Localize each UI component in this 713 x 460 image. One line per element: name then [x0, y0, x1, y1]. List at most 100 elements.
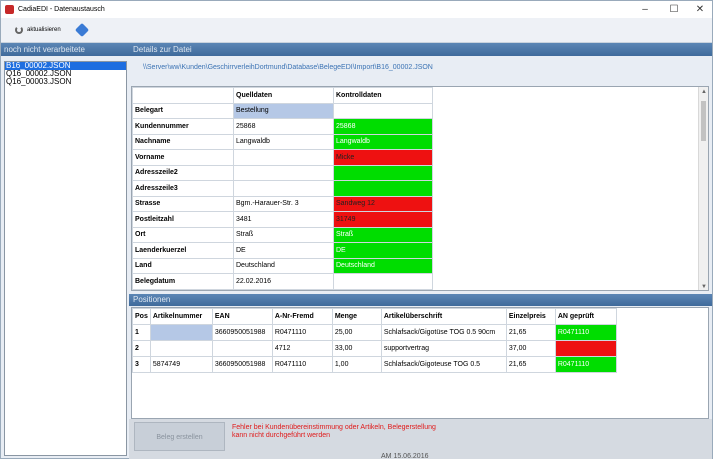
column-header[interactable]: Menge: [331, 308, 382, 325]
file-path: \\Server\ww\Kunden\GeschirrverleihDortmu…: [143, 64, 433, 71]
column-header[interactable]: Einzelpreis: [505, 308, 556, 325]
check-value[interactable]: [333, 180, 433, 197]
cell-fremd[interactable]: 4712: [271, 340, 333, 357]
cell-geprueft[interactable]: [554, 340, 617, 357]
position-row[interactable]: 3 5874749 3660950051988 R0471110 1,00 Schlafs…: [132, 356, 617, 373]
source-value[interactable]: Bgm.-Harauer-Str. 3: [233, 195, 334, 212]
check-value[interactable]: [333, 273, 433, 290]
cell-geprueft[interactable]: R0471110: [554, 356, 617, 373]
field-label: Adresszeile2: [132, 164, 234, 181]
position-row[interactable]: 2 4712 33,00 supportvertrag 37,00: [132, 340, 617, 357]
position-row[interactable]: 1 3660950051988 R0471110 25,00 Schlafsack/Gi…: [132, 324, 617, 341]
details-row[interactable]: Nachname Langwaldb Langwaldb: [132, 133, 433, 150]
refresh-button[interactable]: aktualisieren: [11, 24, 65, 36]
cell-menge[interactable]: 25,00: [331, 324, 382, 341]
details-scrollbar[interactable]: ▲ ▼: [698, 87, 708, 290]
column-header[interactable]: A-Nr-Fremd: [271, 308, 333, 325]
scroll-thumb[interactable]: [701, 101, 706, 141]
details-row[interactable]: Vorname Micke: [132, 149, 433, 166]
column-header[interactable]: Artikelnummer: [149, 308, 213, 325]
cell-preis[interactable]: 37,00: [505, 340, 556, 357]
source-value[interactable]: 25868: [233, 118, 334, 135]
scroll-up-icon[interactable]: ▲: [701, 89, 707, 95]
column-header[interactable]: EAN: [211, 308, 273, 325]
source-value[interactable]: [233, 180, 334, 197]
check-value[interactable]: 31749: [333, 211, 433, 228]
details-header-row: Quelldaten Kontrolldaten: [132, 87, 433, 104]
source-value[interactable]: [233, 164, 334, 181]
cell-ean[interactable]: 3660950051988: [211, 356, 273, 373]
field-label: Belegart: [132, 102, 234, 119]
cell-geprueft[interactable]: R0471110: [554, 324, 617, 341]
cell-artnr[interactable]: [149, 324, 213, 341]
cell-pos[interactable]: 3: [132, 356, 151, 373]
scroll-down-icon[interactable]: ▼: [701, 284, 707, 290]
check-value[interactable]: [333, 164, 433, 181]
details-row[interactable]: Strasse Bgm.-Harauer-Str. 3 Sandweg 12: [132, 195, 433, 212]
source-value[interactable]: DE: [233, 242, 334, 259]
field-label: Ort: [132, 226, 234, 243]
cell-menge[interactable]: 1,00: [331, 356, 382, 373]
check-value[interactable]: 25868: [333, 118, 433, 135]
details-row[interactable]: Land Deutschland Deutschland: [132, 257, 433, 274]
send-icon[interactable]: [74, 22, 89, 38]
source-value[interactable]: Langwaldb: [233, 133, 334, 150]
cell-preis[interactable]: 21,65: [505, 324, 556, 341]
details-grid[interactable]: Quelldaten Kontrolldaten Belegart Bestellun…: [131, 86, 709, 291]
app-logo-icon: [5, 5, 14, 14]
cell-pos[interactable]: 1: [132, 324, 151, 341]
source-value[interactable]: Straß: [233, 226, 334, 243]
cell-ean[interactable]: [211, 340, 273, 357]
cell-titel[interactable]: Schlafsack/Gigoteuse TOG 0.5: [380, 356, 507, 373]
field-label: Kundennummer: [132, 118, 234, 135]
field-label: Adresszeile3: [132, 180, 234, 197]
source-value[interactable]: 22.02.2016: [233, 273, 334, 290]
details-row[interactable]: Postleitzahl 3481 31749: [132, 211, 433, 228]
check-value[interactable]: Micke: [333, 149, 433, 166]
details-row[interactable]: Belegart Bestellung: [132, 102, 433, 119]
field-label: Vorname: [132, 149, 234, 166]
cell-ean[interactable]: 3660950051988: [211, 324, 273, 341]
cell-artnr[interactable]: [149, 340, 213, 357]
file-list-item[interactable]: Q16_00003.JSON: [5, 78, 126, 86]
details-row[interactable]: Belegdatum 22.02.2016: [132, 273, 433, 290]
source-value[interactable]: [233, 149, 334, 166]
cell-fremd[interactable]: R0471110: [271, 324, 333, 341]
refresh-label: aktualisieren: [27, 27, 61, 33]
check-value[interactable]: Deutschland: [333, 257, 433, 274]
check-value[interactable]: DE: [333, 242, 433, 259]
source-value[interactable]: Bestellung: [233, 102, 334, 119]
column-header[interactable]: Pos: [132, 308, 151, 325]
check-value[interactable]: [333, 102, 433, 119]
details-row[interactable]: Kundennummer 25868 25868: [132, 118, 433, 135]
cell-menge[interactable]: 33,00: [331, 340, 382, 357]
details-corner-cell: [132, 87, 234, 104]
field-label: Belegdatum: [132, 273, 234, 290]
details-row[interactable]: Ort Straß Straß: [132, 226, 433, 243]
positions-grid[interactable]: Pos Artikelnummer EAN A-Nr-Fremd Menge Artike…: [131, 307, 709, 419]
pending-file-list[interactable]: B16_00002.JSON Q16_00002.JSON Q16_00003.JS…: [4, 61, 127, 456]
field-label: Postleitzahl: [132, 211, 234, 228]
column-header[interactable]: AN geprüft: [554, 308, 617, 325]
minimize-icon[interactable]: –: [632, 1, 658, 18]
check-value[interactable]: Straß: [333, 226, 433, 243]
positions-header: Positionen: [129, 294, 712, 306]
toolbar: aktualisieren: [1, 18, 712, 43]
source-value[interactable]: 3481: [233, 211, 334, 228]
create-document-button[interactable]: Beleg erstellen: [134, 422, 225, 451]
details-row[interactable]: Adresszeile2: [132, 164, 433, 181]
cell-artnr[interactable]: 5874749: [149, 356, 213, 373]
check-value[interactable]: Langwaldb: [333, 133, 433, 150]
details-row[interactable]: Adresszeile3: [132, 180, 433, 197]
source-value[interactable]: Deutschland: [233, 257, 334, 274]
cell-preis[interactable]: 21,65: [505, 356, 556, 373]
column-header[interactable]: Artikelüberschrift: [380, 308, 507, 325]
cell-titel[interactable]: Schlafsack/Gigotüse TOG 0.5 90cm: [380, 324, 507, 341]
check-value[interactable]: Sandweg 12: [333, 195, 433, 212]
cell-fremd[interactable]: R0471110: [271, 356, 333, 373]
details-row[interactable]: Laenderkuerzel DE DE: [132, 242, 433, 259]
close-icon[interactable]: ✕: [687, 1, 713, 18]
maximize-icon[interactable]: ☐: [661, 1, 687, 18]
cell-pos[interactable]: 2: [132, 340, 151, 357]
cell-titel[interactable]: supportvertrag: [380, 340, 507, 357]
